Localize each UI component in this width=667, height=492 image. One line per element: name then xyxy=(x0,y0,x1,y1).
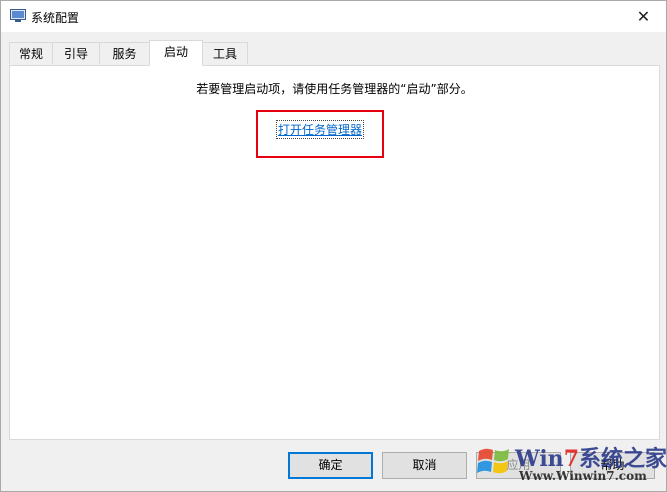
ok-button[interactable]: 确定 xyxy=(288,452,373,479)
tab-startup[interactable]: 启动 xyxy=(149,40,203,66)
apply-button[interactable]: 应用 xyxy=(476,452,561,479)
close-icon: ✕ xyxy=(636,6,651,26)
tab-tools[interactable]: 工具 xyxy=(202,42,248,64)
cancel-button[interactable]: 取消 xyxy=(382,452,467,479)
startup-info-text: 若要管理启动项，请使用任务管理器的“启动”部分。 xyxy=(196,82,473,96)
open-task-manager-link[interactable]: 打开任务管理器 xyxy=(275,120,365,139)
close-button[interactable]: ✕ xyxy=(621,1,666,31)
help-button[interactable]: 帮助 xyxy=(570,452,655,479)
window-title: 系统配置 xyxy=(31,11,80,25)
startup-tab-panel: 若要管理启动项，请使用任务管理器的“启动”部分。 打开任务管理器 xyxy=(9,65,660,440)
tab-general[interactable]: 常规 xyxy=(9,42,53,64)
title-bar[interactable]: 系统配置 ✕ xyxy=(1,1,666,32)
tab-boot[interactable]: 引导 xyxy=(52,42,100,64)
system-config-app-icon xyxy=(10,9,26,23)
system-config-window: 系统配置 ✕ 常规 引导 服务 启动 工具 若要管理启动项，请使用任务管理器的“… xyxy=(0,0,667,492)
tab-services[interactable]: 服务 xyxy=(99,42,150,64)
